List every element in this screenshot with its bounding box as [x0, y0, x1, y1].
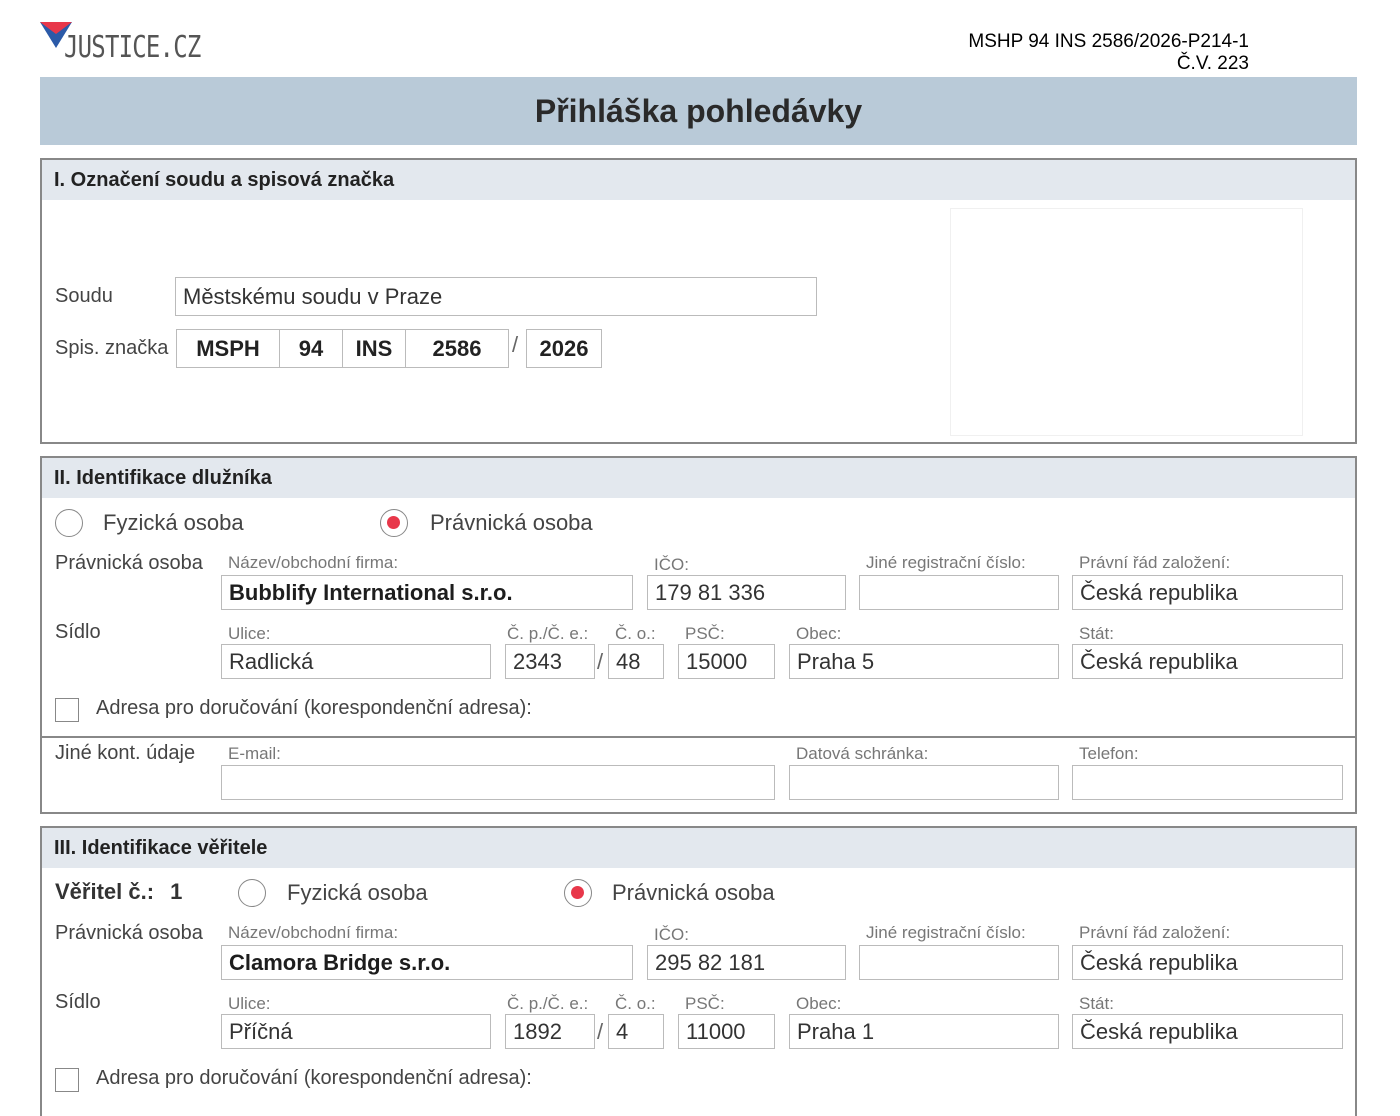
creditor-delivery-label: Adresa pro doručování (korespondenční ad…: [96, 1067, 532, 1089]
court-field[interactable]: Městskému soudu v Praze: [175, 277, 817, 316]
reference-number: MSHP 94 INS 2586/2026-P214-1: [968, 31, 1249, 52]
file-part-year[interactable]: 2026: [526, 329, 602, 368]
debtor-city-label: Obec:: [796, 624, 842, 643]
creditor-cp-label: Č. p./Č. e.:: [507, 994, 589, 1013]
creditor-natural-label: Fyzická osoba: [287, 880, 428, 905]
section-heading: II. Identifikace dlužníka: [42, 458, 1355, 498]
debtor-delivery-label: Adresa pro doručování (korespondenční ad…: [96, 697, 532, 719]
creditor-co-field[interactable]: 4: [608, 1014, 664, 1049]
debtor-phone-field[interactable]: [1072, 765, 1343, 800]
creditor-psc-label: PSČ:: [685, 994, 725, 1013]
debtor-cp-label: Č. p./Č. e.:: [507, 624, 589, 643]
debtor-delivery-checkbox[interactable]: [55, 698, 79, 722]
creditor-street-field[interactable]: Příčná: [221, 1014, 491, 1049]
creditor-delivery-checkbox[interactable]: [55, 1068, 79, 1092]
file-part-senate[interactable]: 94: [279, 329, 343, 368]
creditor-legal-order-field[interactable]: Česká republika: [1072, 945, 1343, 980]
creditor-state-label: Stát:: [1079, 994, 1114, 1013]
debtor-databox-label: Datová schránka:: [796, 744, 929, 763]
debtor-street-label: Ulice:: [228, 624, 271, 643]
debtor-co-field[interactable]: 48: [608, 644, 664, 679]
court-label: Soudu: [55, 285, 113, 307]
creditor-street-label: Ulice:: [228, 994, 271, 1013]
debtor-other-reg-label: Jiné registrační číslo:: [866, 553, 1026, 572]
creditor-natural-radio[interactable]: [238, 879, 266, 907]
creditor-psc-field[interactable]: 11000: [678, 1014, 775, 1049]
file-number-label: Spis. značka: [55, 337, 169, 359]
creditor-number: Věřitel č.: 1: [55, 879, 182, 905]
creditor-seat-label: Sídlo: [55, 991, 101, 1013]
section-heading: III. Identifikace věřitele: [42, 828, 1355, 868]
creditor-number-label: Věřitel č.:: [55, 879, 155, 904]
section-heading: I. Označení soudu a spisová značka: [42, 160, 1355, 200]
debtor-email-field[interactable]: [221, 765, 775, 800]
debtor-psc-label: PSČ:: [685, 624, 725, 643]
debtor-legal-label: Právnická osoba: [430, 510, 593, 535]
creditor-row-label: Právnická osoba: [55, 922, 203, 944]
debtor-phone-label: Telefon:: [1079, 744, 1139, 763]
creditor-legal-order-label: Právní řád založení:: [1079, 923, 1231, 942]
document-reference: MSHP 94 INS 2586/2026-P214-1 Č.V. 223: [900, 31, 1249, 75]
creditor-city-label: Obec:: [796, 994, 842, 1013]
debtor-psc-field[interactable]: 15000: [678, 644, 775, 679]
debtor-co-label: Č. o.:: [615, 624, 656, 643]
debtor-natural-label: Fyzická osoba: [103, 510, 244, 535]
file-part-court[interactable]: MSPH: [176, 329, 280, 368]
creditor-city-field[interactable]: Praha 1: [789, 1014, 1059, 1049]
file-part-number[interactable]: 2586: [405, 329, 509, 368]
debtor-cp-field[interactable]: 2343: [505, 644, 595, 679]
creditor-state-field[interactable]: Česká republika: [1072, 1014, 1343, 1049]
file-part-register[interactable]: INS: [342, 329, 406, 368]
creditor-ico-label: IČO:: [654, 925, 689, 944]
creditor-name-field[interactable]: Clamora Bridge s.r.o.: [221, 945, 633, 980]
page-title: Přihláška pohledávky: [40, 77, 1357, 145]
creditor-number-slash: /: [597, 1019, 604, 1044]
debtor-state-label: Stát:: [1079, 624, 1114, 643]
debtor-city-field[interactable]: Praha 5: [789, 644, 1059, 679]
debtor-databox-field[interactable]: [789, 765, 1059, 800]
creditor-name-label: Název/obchodní firma:: [228, 923, 399, 942]
debtor-name-field[interactable]: Bubblify International s.r.o.: [221, 575, 633, 610]
debtor-other-reg-field[interactable]: [859, 575, 1059, 610]
debtor-natural-radio[interactable]: [55, 509, 83, 537]
debtor-seat-label: Sídlo: [55, 621, 101, 643]
logo-text: JUSTICE.CZ: [64, 30, 201, 65]
creditor-cp-field[interactable]: 1892: [505, 1014, 595, 1049]
debtor-ico-field[interactable]: 179 81 336: [647, 575, 846, 610]
reference-version: Č.V. 223: [1176, 53, 1249, 74]
debtor-legal-order-label: Právní řád založení:: [1079, 553, 1231, 572]
creditor-other-reg-field[interactable]: [859, 945, 1059, 980]
debtor-state-field[interactable]: Česká republika: [1072, 644, 1343, 679]
debtor-legal-order-field[interactable]: Česká republika: [1072, 575, 1343, 610]
court-stamp-area: [950, 208, 1303, 436]
debtor-contact-divider: [40, 736, 1357, 738]
file-slash: /: [512, 332, 519, 357]
debtor-email-label: E-mail:: [228, 744, 281, 763]
creditor-other-reg-label: Jiné registrační číslo:: [866, 923, 1026, 942]
debtor-street-field[interactable]: Radlická: [221, 644, 491, 679]
debtor-name-label: Název/obchodní firma:: [228, 553, 399, 572]
debtor-legal-radio[interactable]: [380, 509, 408, 537]
debtor-row-label: Právnická osoba: [55, 552, 203, 574]
creditor-legal-radio[interactable]: [564, 879, 592, 907]
creditor-legal-label: Právnická osoba: [612, 880, 775, 905]
creditor-co-label: Č. o.:: [615, 994, 656, 1013]
debtor-contact-label: Jiné kont. údaje: [55, 742, 196, 764]
creditor-number-value: 1: [170, 879, 183, 904]
debtor-ico-label: IČO:: [654, 555, 689, 574]
debtor-number-slash: /: [597, 649, 604, 674]
creditor-ico-field[interactable]: 295 82 181: [647, 945, 846, 980]
